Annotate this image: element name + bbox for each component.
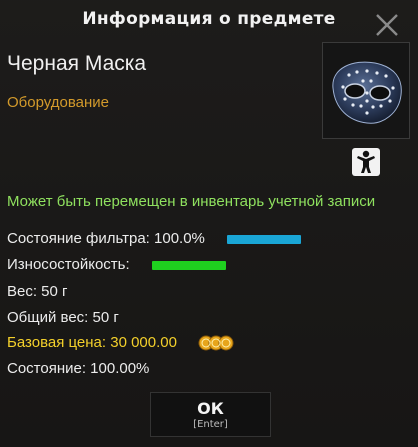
filter-condition-label: Состояние фильтра: 100.0% [7,230,205,247]
condition-text: Состояние: 100.00% [7,360,150,377]
item-info-dialog: Информация о предмете Черная Маска Обору… [0,0,418,447]
ok-button-hotkey: [Enter] [193,419,228,430]
filter-condition-bar [227,235,301,244]
item-image [322,42,410,139]
close-icon[interactable] [371,9,403,41]
ok-button-label: ОК [197,399,224,418]
durability-label: Износостойкость: [7,256,130,273]
dialog-title: Информация о предмете [82,9,336,29]
item-name: Черная Маска [7,52,147,75]
base-price-text: Базовая цена: 30 000.00 [7,334,177,351]
weight-text: Вес: 50 г [7,283,68,300]
total-weight-text: Общий вес: 50 г [7,309,119,326]
durability-bar [152,261,226,270]
hockey-mask-icon [332,61,402,124]
ok-button[interactable]: ОК [Enter] [150,392,271,437]
character-figure-icon [352,148,380,176]
item-category: Оборудование [7,94,110,111]
account-transfer-note: Может быть перемещен в инвентарь учетной… [7,193,376,210]
coins-icon [198,333,234,353]
